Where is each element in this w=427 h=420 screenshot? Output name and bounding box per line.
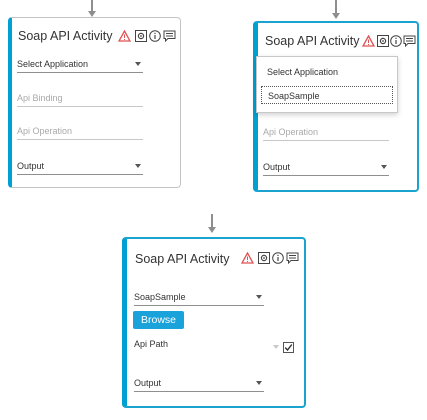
warning-icon[interactable]	[240, 251, 255, 269]
card-icons	[117, 29, 182, 43]
activity-card[interactable]: Soap API Activity Select Application Api…	[8, 17, 181, 188]
settings-icon[interactable]	[377, 34, 389, 52]
activity-card[interactable]: Soap API Activity SoapSample Browse Api …	[122, 237, 306, 408]
settings-icon[interactable]	[135, 29, 147, 47]
settings-icon[interactable]	[258, 251, 270, 269]
output-dropdown[interactable]: Output	[17, 157, 143, 175]
api-operation-placeholder: Api Operation	[263, 127, 319, 137]
api-operation-field[interactable]: Api Operation	[263, 123, 389, 141]
comment-icon[interactable]	[163, 29, 176, 47]
output-text: Output	[263, 162, 291, 172]
info-icon[interactable]	[390, 34, 402, 52]
api-binding-field[interactable]: Api Binding	[17, 89, 143, 107]
chevron-down-icon	[381, 165, 387, 169]
comment-icon[interactable]	[403, 34, 416, 52]
api-operation-field[interactable]: Api Operation	[17, 122, 143, 140]
connector-arrow	[86, 0, 98, 18]
chevron-down-icon	[256, 295, 262, 299]
output-text: Output	[134, 378, 162, 388]
application-dropdown-menu[interactable]: Select Application SoapSample	[256, 56, 398, 113]
select-application-dropdown[interactable]: SoapSample	[134, 288, 264, 306]
output-dropdown[interactable]: Output	[134, 374, 264, 392]
info-icon[interactable]	[149, 29, 161, 47]
connector-arrow	[206, 214, 218, 238]
card-title: Soap API Activity	[18, 29, 113, 43]
api-path-label: Api Path	[134, 339, 169, 349]
card-icons	[361, 34, 422, 48]
connector-arrow	[330, 0, 342, 22]
dropdown-option-highlighted[interactable]: SoapSample	[261, 86, 393, 104]
checkmark-icon	[284, 344, 293, 352]
api-path-checkbox[interactable]	[283, 342, 294, 353]
dropdown-option[interactable]: Select Application	[261, 63, 393, 81]
chevron-down-icon	[273, 345, 279, 349]
selected-application-text: SoapSample	[134, 292, 186, 302]
select-application-text: Select Application	[17, 59, 89, 69]
chevron-down-icon	[135, 62, 141, 66]
api-binding-placeholder: Api Binding	[17, 93, 63, 103]
select-application-dropdown[interactable]: Select Application	[17, 55, 143, 73]
info-icon[interactable]	[272, 251, 284, 269]
card-title: Soap API Activity	[135, 252, 230, 266]
warning-icon[interactable]	[361, 34, 376, 52]
warning-icon[interactable]	[117, 29, 132, 47]
comment-icon[interactable]	[286, 251, 299, 269]
output-dropdown[interactable]: Output	[263, 158, 389, 176]
chevron-down-icon	[256, 381, 262, 385]
card-title: Soap API Activity	[265, 34, 360, 48]
output-text: Output	[17, 161, 45, 171]
api-operation-placeholder: Api Operation	[17, 126, 73, 136]
chevron-down-icon	[135, 164, 141, 168]
browse-button[interactable]: Browse	[133, 311, 184, 329]
card-icons	[240, 251, 305, 265]
